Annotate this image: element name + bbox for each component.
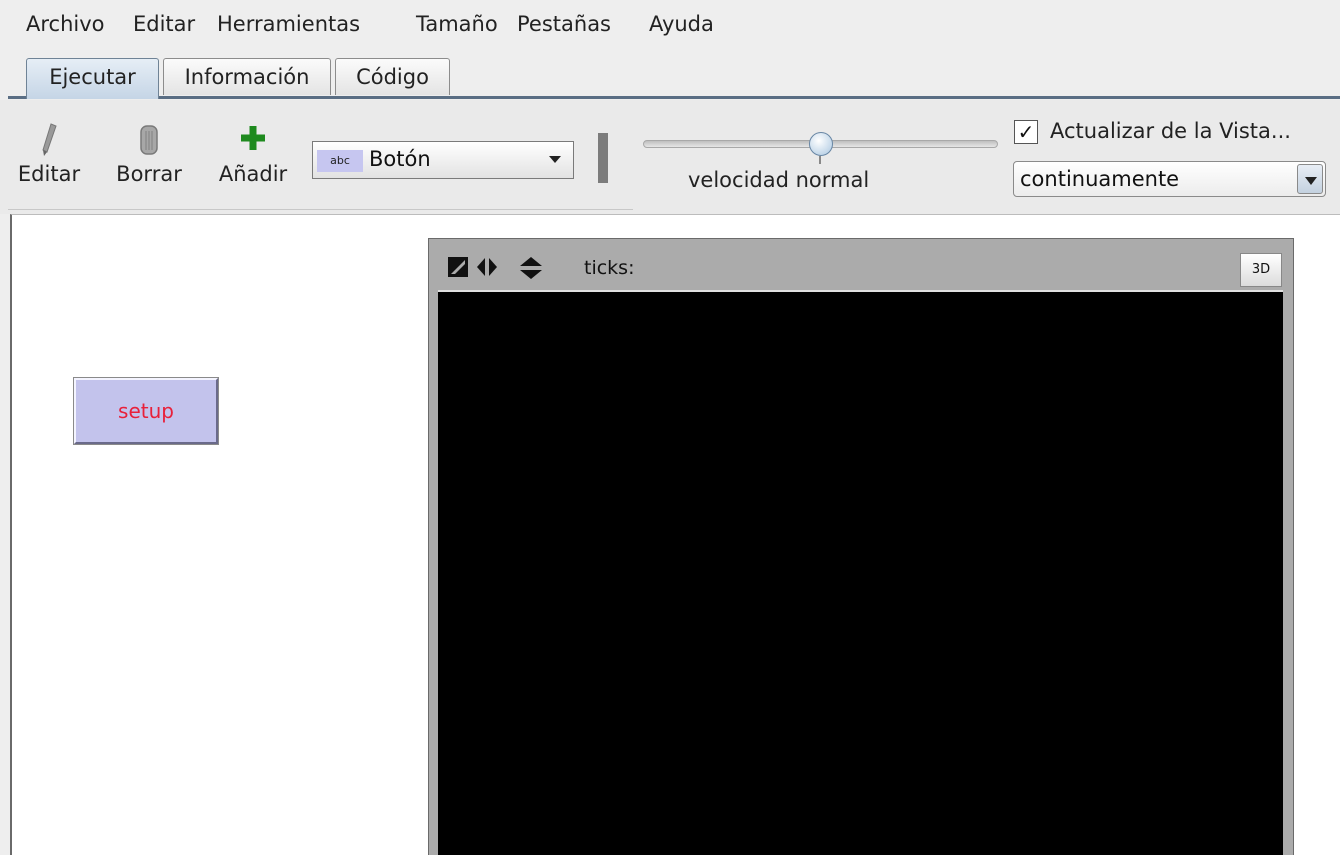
ticks-label: ticks: [584, 257, 635, 279]
view-canvas[interactable] [438, 292, 1283, 855]
chevron-down-icon [1305, 177, 1317, 185]
tab-ejecutar[interactable]: Ejecutar [26, 58, 159, 99]
menu-archivo[interactable]: Archivo [26, 12, 105, 36]
menu-tamano[interactable]: Tamaño [416, 12, 498, 36]
vertical-arrows-icon[interactable] [519, 256, 543, 284]
widget-type-value: Botón [369, 147, 431, 171]
view-resize-icon[interactable] [447, 256, 469, 282]
plus-icon [210, 120, 296, 160]
add-button[interactable]: Añadir [210, 120, 296, 186]
menu-editar[interactable]: Editar [133, 12, 195, 36]
menu-ayuda[interactable]: Ayuda [649, 12, 714, 36]
toolbar-separator [598, 133, 608, 183]
delete-button[interactable]: Borrar [108, 120, 190, 186]
button-widget-icon: abc [317, 150, 363, 172]
toolbar-divider [8, 209, 633, 210]
tab-divider [8, 96, 1340, 99]
menu-pestanas[interactable]: Pestañas [517, 12, 611, 36]
edit-label: Editar [17, 162, 81, 186]
edit-button[interactable]: Editar [10, 120, 88, 186]
speed-label: velocidad normal [688, 168, 870, 192]
speed-slider-knob[interactable] [808, 132, 833, 156]
update-mode-value: continuamente [1020, 167, 1180, 191]
widget-type-select[interactable]: abc Botón [312, 141, 574, 179]
view-updates-label: Actualizar de la Vista... [1050, 119, 1291, 143]
tab-codigo[interactable]: Código [335, 58, 450, 95]
delete-label: Borrar [116, 162, 182, 186]
chevron-down-icon [549, 156, 561, 163]
update-mode-select[interactable]: continuamente [1013, 161, 1326, 197]
trash-icon [108, 120, 190, 160]
update-mode-dropdown-button[interactable] [1297, 164, 1323, 194]
speed-slider-tick [819, 156, 821, 164]
menu-bar: Archivo Editar Herramientas Tamaño Pesta… [0, 0, 1340, 52]
menu-herramientas[interactable]: Herramientas [217, 12, 360, 36]
setup-button[interactable]: setup [73, 377, 219, 445]
view-updates-checkbox[interactable]: ✓ [1014, 120, 1038, 144]
pencil-icon [10, 120, 88, 160]
horizontal-arrows-icon[interactable] [476, 256, 498, 282]
add-label: Añadir [218, 162, 288, 186]
view-3d-button[interactable]: 3D [1240, 253, 1282, 287]
tab-informacion[interactable]: Información [163, 58, 331, 95]
